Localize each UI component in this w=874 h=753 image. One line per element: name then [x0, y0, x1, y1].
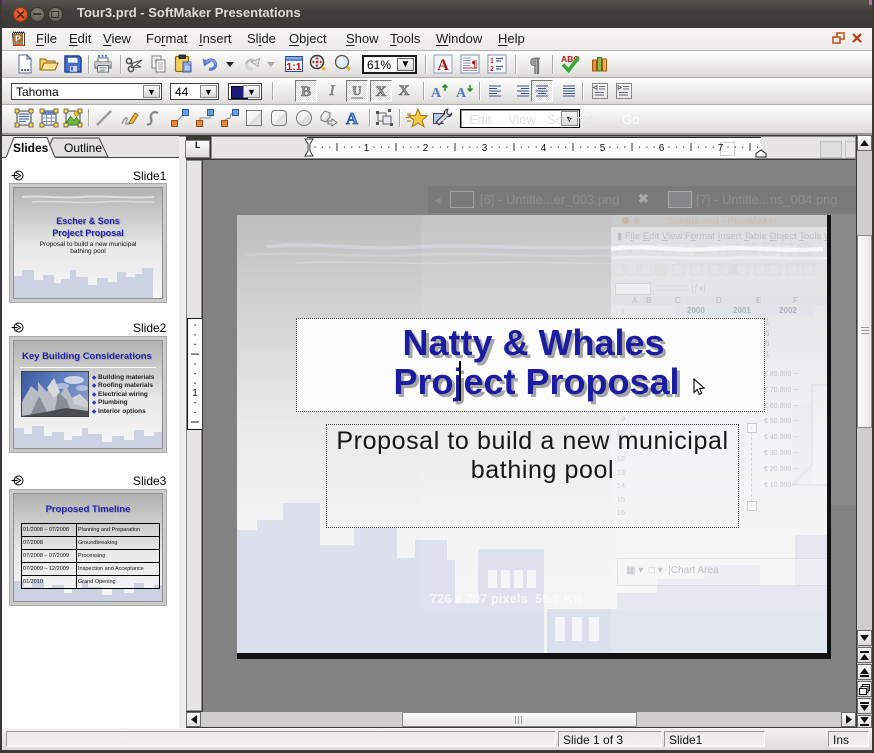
svg-text:B: B — [301, 84, 311, 100]
svg-text:A: A — [431, 86, 442, 101]
svg-text:3: 3 — [482, 143, 488, 154]
svg-text:U: U — [352, 83, 362, 98]
svg-text:X: X — [399, 83, 410, 99]
svg-text:X: X — [376, 84, 387, 100]
svg-text:A: A — [456, 86, 467, 101]
svg-text:1: 1 — [192, 388, 198, 399]
svg-text:5: 5 — [600, 143, 606, 154]
svg-text:6: 6 — [659, 143, 665, 154]
svg-text:2: 2 — [423, 143, 429, 154]
svg-text:¶: ¶ — [530, 54, 541, 74]
svg-text:A: A — [346, 109, 359, 128]
svg-text:P: P — [15, 34, 21, 44]
svg-text:2: 2 — [490, 66, 494, 73]
svg-text:I: I — [329, 83, 336, 99]
svg-text:7: 7 — [718, 143, 724, 154]
svg-text:¶: ¶ — [472, 59, 478, 71]
svg-text:A: A — [437, 57, 449, 74]
svg-text:4: 4 — [541, 143, 547, 154]
svg-text:1: 1 — [364, 143, 370, 154]
svg-text:1:1: 1:1 — [286, 61, 301, 73]
svg-text:1: 1 — [490, 58, 494, 65]
